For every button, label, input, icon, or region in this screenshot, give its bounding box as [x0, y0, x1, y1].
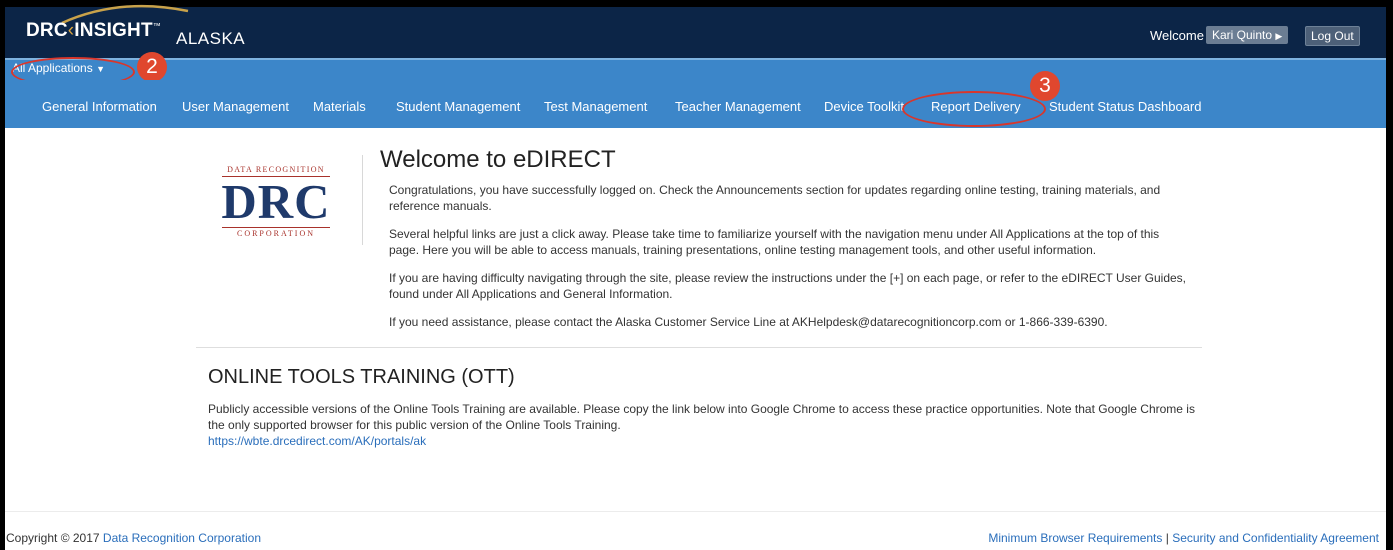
callout-badge-2: 2	[137, 52, 167, 82]
nav-general-information[interactable]: General Information	[42, 99, 157, 114]
drc-insight-logo[interactable]: DRC‹INSIGHT™	[26, 20, 161, 42]
nav-test-management[interactable]: Test Management	[544, 99, 647, 114]
welcome-paragraph-1: Congratulations, you have successfully l…	[389, 183, 1161, 213]
user-name: Kari Quinto	[1212, 28, 1273, 42]
nav-materials[interactable]: Materials	[313, 99, 366, 114]
logout-button[interactable]: Log Out	[1305, 26, 1360, 46]
nav-teacher-management[interactable]: Teacher Management	[675, 99, 801, 114]
nav-user-management[interactable]: User Management	[182, 99, 289, 114]
browser-requirements-link[interactable]: Minimum Browser Requirements	[988, 531, 1162, 545]
footer-divider	[5, 511, 1386, 512]
ott-link[interactable]: https://wbte.drcedirect.com/AK/portals/a…	[208, 434, 426, 448]
brand-drc: DRC	[26, 20, 68, 41]
logo-top-text: DATA RECOGNITION	[227, 165, 325, 174]
welcome-paragraph-2: Several helpful links are just a click a…	[389, 227, 1160, 257]
ott-title: ONLINE TOOLS TRAINING (OTT)	[208, 366, 515, 388]
welcome-paragraph-3: If you are having difficulty navigating …	[389, 271, 1187, 301]
section-divider	[196, 347, 1202, 348]
copyright-text: Copyright © 2017	[6, 531, 100, 545]
callout-oval-report-delivery	[902, 91, 1046, 127]
company-link[interactable]: Data Recognition Corporation	[103, 531, 261, 545]
brand-tm: ™	[152, 21, 161, 31]
nav-student-management[interactable]: Student Management	[396, 99, 520, 114]
logo-bottom-text: CORPORATION	[236, 229, 315, 238]
footer-separator: |	[1165, 531, 1169, 545]
logo-divider	[362, 155, 363, 245]
brand-insight: INSIGHT	[74, 20, 153, 41]
ott-description: Publicly accessible versions of the Onli…	[208, 402, 1195, 432]
state-name: ALASKA	[176, 29, 246, 48]
security-agreement-link[interactable]: Security and Confidentiality Agreement	[1172, 531, 1379, 545]
callout-badge-3: 3	[1030, 71, 1060, 101]
welcome-label: Welcome	[1150, 28, 1204, 43]
footer-copyright: Copyright © 2017 Data Recognition Corpor…	[6, 531, 261, 545]
caret-right-icon: ▶	[1275, 31, 1283, 41]
footer-links: Minimum Browser Requirements | Security …	[988, 531, 1379, 545]
logo-bottom-rule	[222, 227, 330, 228]
drc-corporation-logo: DATA RECOGNITION DRC CORPORATION	[218, 165, 334, 245]
application-bar	[5, 58, 1386, 82]
page-title: Welcome to eDIRECT	[380, 146, 616, 173]
logo-mark: DRC	[221, 174, 331, 229]
welcome-paragraph-4: If you need assistance, please contact t…	[389, 315, 1108, 329]
nav-student-status-dashboard[interactable]: Student Status Dashboard	[1049, 99, 1202, 114]
user-menu-button[interactable]: Kari Quinto ▶	[1206, 26, 1289, 44]
nav-device-toolkit[interactable]: Device Toolkit	[824, 99, 904, 114]
